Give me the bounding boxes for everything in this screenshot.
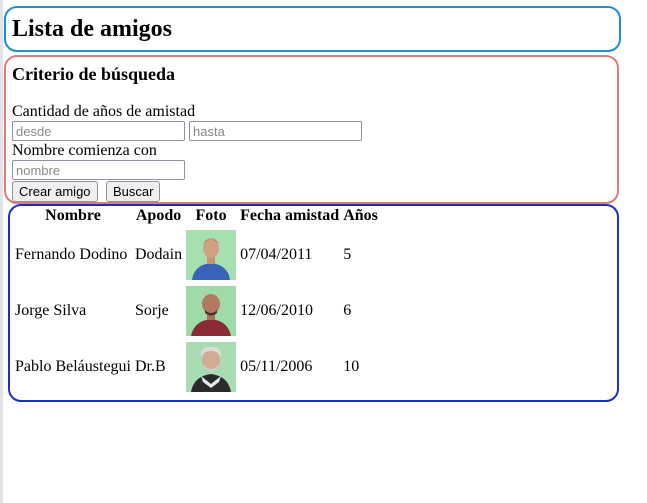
title-panel: Lista de amigos [4, 6, 621, 52]
friend-photo [186, 286, 237, 336]
col-anios-header: Años [343, 207, 378, 224]
cell-foto [185, 340, 237, 394]
cell-apodo: Sorje [134, 302, 169, 319]
col-fecha-header: Fecha amistad [240, 207, 340, 224]
table-row: Pablo Beláustegui Dr.B 05/11/2006 10 [14, 340, 379, 394]
name-label: Nombre comienza con [12, 142, 157, 159]
col-nombre-header: Nombre [45, 207, 101, 224]
friends-table-panel: Nombre Apodo Foto Fecha amistad Años Fer… [8, 204, 619, 402]
search-heading: Criterio de búsqueda [12, 64, 176, 84]
col-foto-header: Foto [195, 207, 227, 224]
search-panel: Criterio de búsqueda Cantidad de años de… [4, 55, 619, 204]
cell-anios: 6 [343, 302, 352, 319]
cell-fecha: 05/11/2006 [240, 358, 313, 375]
cell-foto [185, 228, 237, 282]
cell-apodo: Dodain [134, 246, 183, 263]
col-apodo-header: Apodo [135, 207, 182, 224]
cell-fecha: 12/06/2010 [240, 302, 313, 319]
friends-table: Nombre Apodo Foto Fecha amistad Años Fer… [12, 204, 381, 396]
cell-nombre: Fernando Dodino [15, 246, 128, 263]
years-to-input[interactable] [189, 121, 362, 141]
cell-fecha: 07/04/2011 [240, 246, 313, 263]
table-header-row: Nombre Apodo Foto Fecha amistad Años [14, 206, 379, 226]
create-friend-button[interactable]: Crear amigo [12, 181, 98, 202]
cell-apodo: Dr.B [134, 358, 166, 375]
cell-foto [185, 284, 237, 338]
cell-nombre: Pablo Beláustegui [15, 358, 131, 375]
cell-anios: 5 [343, 246, 352, 263]
name-starts-input[interactable] [12, 160, 185, 180]
friend-photo [186, 230, 237, 280]
cell-anios: 10 [343, 358, 360, 375]
left-edge-rule [0, 0, 3, 503]
page-title: Lista de amigos [12, 16, 173, 42]
table-row: Fernando Dodino Dodain 07/04/2011 5 [14, 228, 379, 282]
years-from-input[interactable] [12, 121, 185, 141]
cell-nombre: Jorge Silva [15, 302, 87, 319]
years-label: Cantidad de años de amistad [12, 103, 196, 120]
search-button[interactable]: Buscar [106, 181, 161, 202]
table-row: Jorge Silva Sorje 12/06/2010 6 [14, 284, 379, 338]
friend-photo [186, 342, 237, 392]
